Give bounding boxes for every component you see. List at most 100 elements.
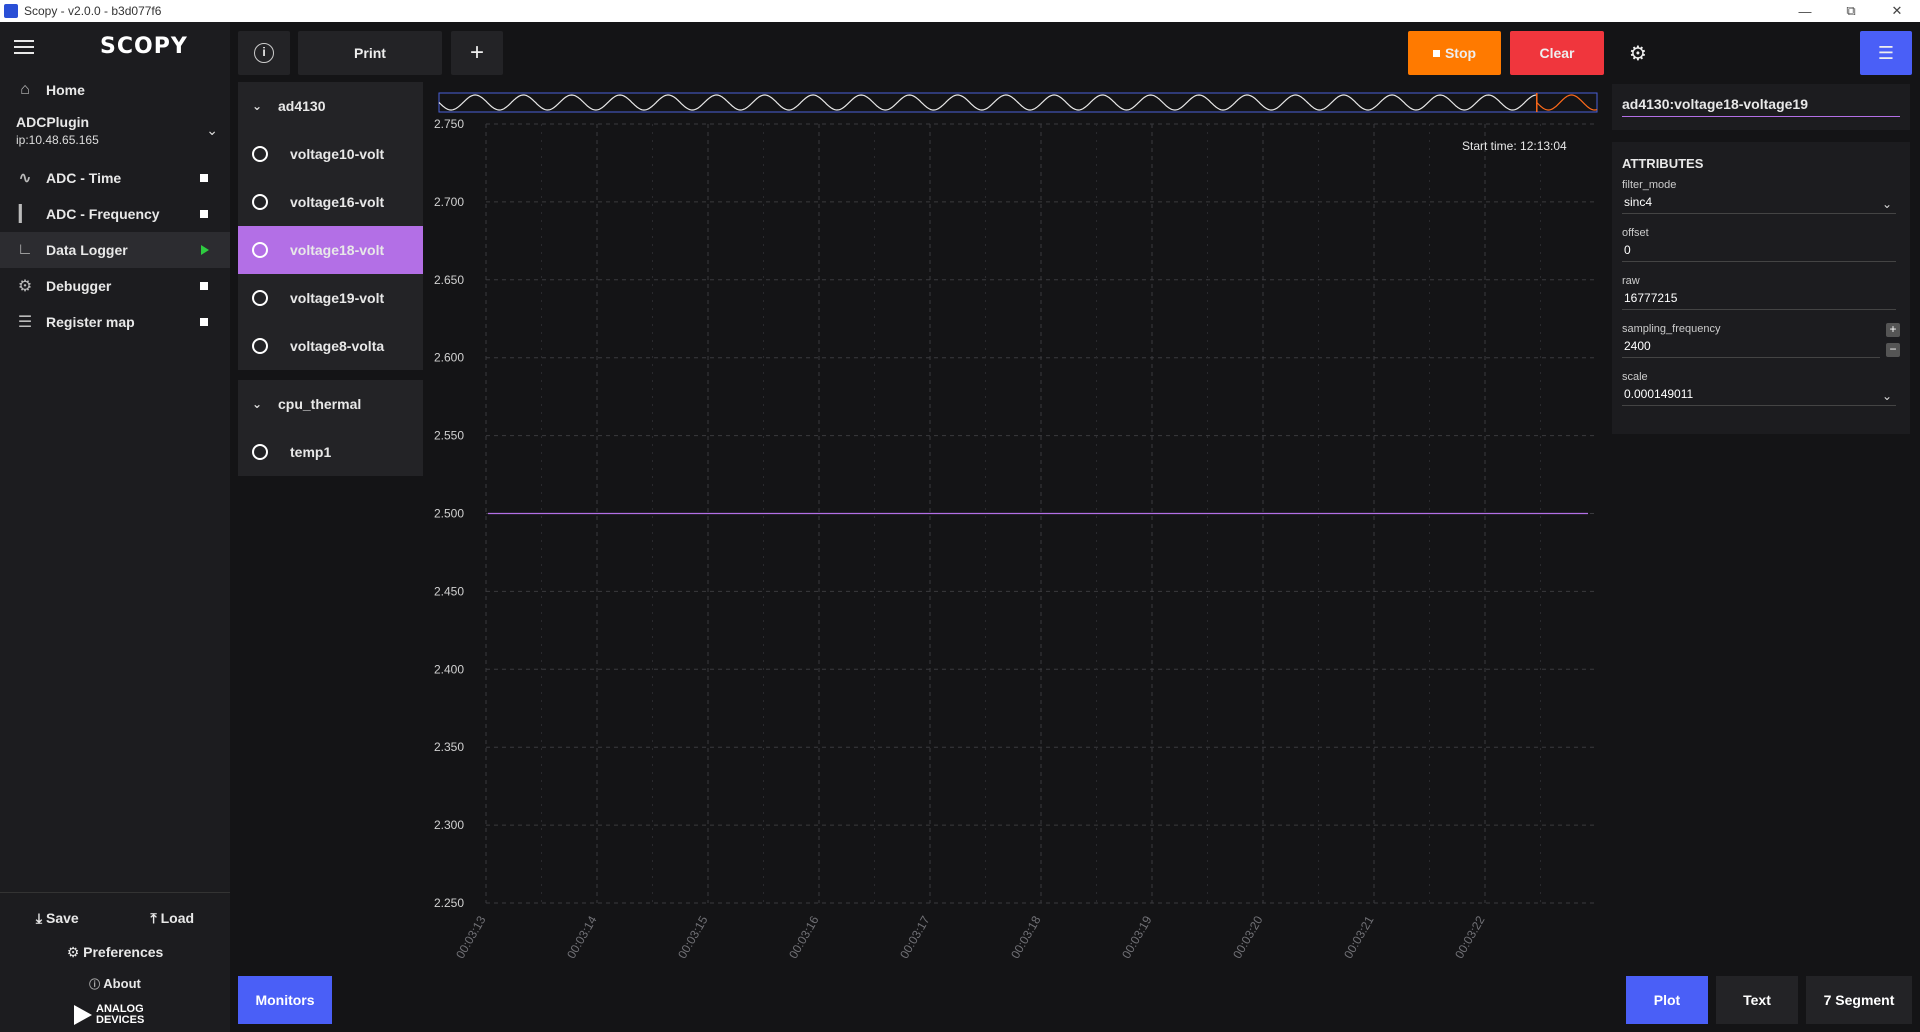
status-running-icon[interactable] [201,245,209,255]
home-button[interactable]: ⌂ Home [0,72,230,108]
channel-list: ⌄ ad4130 voltage10-volt voltage16-volt v… [238,82,423,486]
load-button[interactable]: ⤒ Load [151,910,195,927]
sidebar-item-label: Data Logger [46,242,128,258]
spectrum-icon: ▎ [18,206,32,223]
y-tick-label: 2.250 [434,896,464,910]
attr-select[interactable]: 0.000149011 [1622,387,1896,406]
attr-filter-mode[interactable]: filter_mode sinc4 ⌄ [1622,179,1900,227]
channel-toggle[interactable] [252,290,268,306]
gear-icon: ⚙ [66,944,80,960]
chevron-down-icon[interactable]: ⌄ [252,397,266,411]
attr-offset[interactable]: offset 0 [1622,227,1900,275]
chevron-down-icon[interactable]: ⌄ [1882,389,1892,403]
about-label: About [103,976,141,991]
channel-label: voltage16-volt [290,194,385,210]
status-stopped-icon[interactable] [200,282,208,290]
status-stopped-icon[interactable] [200,210,208,218]
attr-raw[interactable]: raw 16777215 [1622,275,1900,323]
sidebar-item-label: ADC - Frequency [46,206,160,222]
attr-input[interactable]: 16777215 [1622,291,1896,310]
save-label: Save [46,909,79,926]
gear-icon: ⚙ [17,278,33,295]
y-tick-label: 2.600 [434,351,464,365]
stop-button[interactable]: Stop [1408,31,1501,75]
plot-area[interactable]: 2.750 2.700 2.650 2.600 2.550 2.500 2.450 2.400… [430,90,1610,961]
channel-label: voltage18-volt [290,242,385,258]
attr-input[interactable]: 2400 [1622,339,1880,358]
x-axis: 00:03:13 00:03:14 00:03:15 00:03:16 00:03:17… [453,913,1488,961]
x-tick-label: 00:03:20 [1230,913,1266,960]
menu-icon[interactable] [14,40,34,54]
y-tick-label: 2.700 [434,195,464,209]
channel-toggle[interactable] [252,146,268,162]
attr-input[interactable]: 0 [1622,243,1896,262]
channel-item[interactable]: temp1 [238,428,423,476]
seven-segment-view-button[interactable]: 7 Segment [1806,976,1912,1024]
plot-svg[interactable]: 2.750 2.700 2.650 2.600 2.550 2.500 2.450 2.400… [430,90,1610,961]
device-header[interactable]: ADCPlugin ip:10.48.65.165 ⌄ [0,108,230,160]
minimize-icon[interactable]: — [1782,0,1828,22]
attr-label: scale [1622,371,1648,383]
group-name: ad4130 [278,98,326,114]
channel-toggle[interactable] [252,444,268,460]
sidebar-item-adc-time[interactable]: ∿ ADC - Time [0,160,230,196]
chevron-down-icon[interactable]: ⌄ [1882,197,1892,211]
status-stopped-icon[interactable] [200,318,208,326]
clear-button[interactable]: Clear [1510,31,1604,75]
channel-item[interactable]: voltage8-volta [238,322,423,370]
preferences-button[interactable]: ⚙ Preferences [0,935,230,969]
sidebar-item-debugger[interactable]: ⚙ Debugger [0,268,230,304]
sidebar-item-data-logger[interactable]: ∟ Data Logger [0,232,230,268]
plus-icon[interactable]: + [1886,323,1900,337]
attr-scale[interactable]: scale 0.000149011 ⌄ [1622,371,1900,419]
channel-item-selected[interactable]: voltage18-volt [238,226,423,274]
sidebar-item-register-map[interactable]: ☰ Register map [0,304,230,340]
brand-line2: DEVICES [96,1014,145,1026]
group-header[interactable]: ⌄ ad4130 [238,82,423,130]
channel-toggle[interactable] [252,338,268,354]
minus-icon[interactable]: − [1886,343,1900,357]
x-tick-label: 00:03:19 [1119,913,1155,960]
chevron-down-icon[interactable]: ⌄ [252,99,266,113]
monitors-button[interactable]: Monitors [238,976,332,1024]
settings-gear-icon[interactable]: ⚙ [1612,31,1664,75]
upload-icon: ⤒ [150,909,157,926]
sidebar-item-label: Debugger [46,278,112,294]
adi-triangle-icon [74,1005,92,1025]
info-icon: ⓘ [89,979,101,991]
sliders-icon: ☰ [17,314,33,331]
attr-label: sampling_frequency [1622,323,1721,335]
channel-toggle[interactable] [252,242,268,258]
status-stopped-icon[interactable] [200,174,208,182]
channel-label: voltage10-volt [290,146,385,162]
toggle-settings-button[interactable]: ☰ [1860,31,1912,75]
y-tick-label: 2.450 [434,584,464,598]
channel-toggle[interactable] [252,194,268,210]
about-button[interactable]: ⓘ About [0,969,230,999]
app-icon [4,4,18,18]
overview-strip [438,92,1598,113]
info-button[interactable]: i [238,31,290,75]
channel-item[interactable]: voltage19-volt [238,274,423,322]
sidebar-item-label: Register map [46,314,135,330]
plot-view-button[interactable]: Plot [1626,976,1708,1024]
close-icon[interactable]: ✕ [1874,0,1920,22]
restore-icon[interactable]: ⧉ [1828,0,1874,22]
group-header[interactable]: ⌄ cpu_thermal [238,380,423,428]
y-tick-label: 2.500 [434,507,464,521]
channel-name-field[interactable]: ad4130:voltage18-voltage19 [1622,96,1900,117]
channel-item[interactable]: voltage10-volt [238,130,423,178]
channel-group-cpu-thermal: ⌄ cpu_thermal temp1 [238,380,423,476]
attr-sampling-frequency[interactable]: sampling_frequency 2400 + − [1622,323,1900,371]
y-tick-label: 2.400 [434,662,464,676]
channel-item[interactable]: voltage16-volt [238,178,423,226]
attr-select[interactable]: sinc4 [1622,195,1896,214]
print-button[interactable]: Print [298,31,442,75]
chevron-down-icon[interactable]: ⌄ [206,122,218,139]
add-button[interactable]: + [451,31,503,75]
save-button[interactable]: ⤓ Save [36,910,79,927]
sidebar-item-adc-frequency[interactable]: ▎ ADC - Frequency [0,196,230,232]
text-view-button[interactable]: Text [1716,976,1798,1024]
attributes-header: ATTRIBUTES [1622,156,1704,171]
y-tick-label: 2.650 [434,273,464,287]
